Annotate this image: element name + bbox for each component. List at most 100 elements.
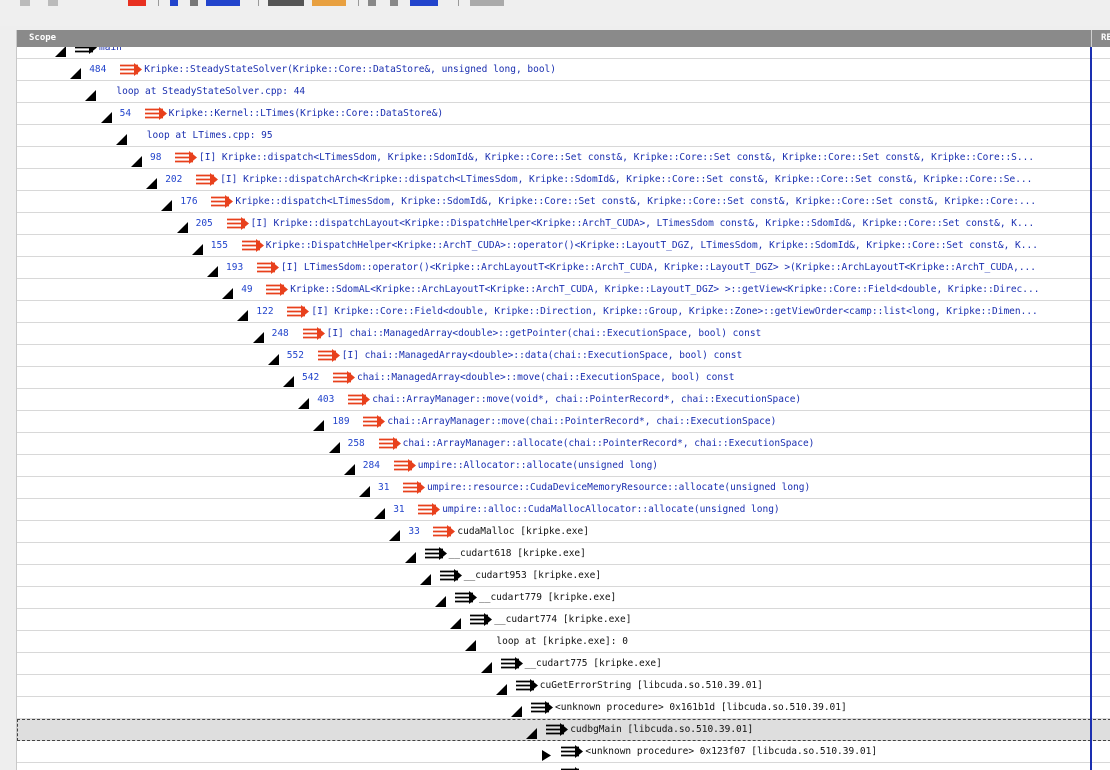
scope-name[interactable]: Kripke::SteadyStateSolver(Kripke::Core::…: [144, 64, 556, 76]
collapse-triangle-icon[interactable]: [511, 702, 522, 717]
collapse-triangle-icon[interactable]: [389, 526, 401, 541]
collapse-triangle-icon[interactable]: [298, 394, 310, 409]
toolbar-button[interactable]: [268, 0, 304, 6]
collapse-triangle-icon[interactable]: [495, 680, 507, 695]
collapse-triangle-icon[interactable]: [70, 64, 82, 79]
collapse-triangle-icon[interactable]: [115, 130, 127, 145]
call-site-line-number[interactable]: 54: [120, 108, 131, 120]
collapse-triangle-icon[interactable]: [237, 306, 249, 321]
toolbar-button[interactable]: [170, 0, 178, 6]
tree-row[interactable]: 542 chai::ManagedArray<double>::move(chai…: [17, 367, 1110, 389]
scope-name[interactable]: chai::ArrayManager::move(chai::PointerRe…: [387, 416, 776, 428]
tree-row[interactable]: 54 Kripke::Kernel::LTimes(Kripke::Core::D…: [17, 103, 1110, 125]
tree-row[interactable]: main: [17, 47, 1110, 59]
tree-row[interactable]: <unknown procedure> 0x161b1d [libcuda.so…: [17, 697, 1110, 719]
collapse-triangle-icon[interactable]: [526, 724, 538, 739]
callee-arrow-icon[interactable]: [515, 678, 539, 694]
collapse-triangle-icon[interactable]: [404, 548, 416, 563]
scope-name[interactable]: Kripke::DispatchHelper<Kripke::ArchT_CUD…: [266, 240, 1038, 252]
toolbar-button[interactable]: [48, 0, 58, 6]
scope-name[interactable]: [I] Kripke::dispatchLayout<Kripke::Dispa…: [251, 218, 1035, 230]
collapse-triangle-icon[interactable]: [191, 240, 203, 255]
call-site-line-number[interactable]: 484: [89, 64, 106, 76]
collapse-triangle-icon[interactable]: [131, 152, 142, 167]
tree-row[interactable]: loop at SteadyStateSolver.cpp: 44: [17, 81, 1110, 103]
tree-row[interactable]: 33 cudaMalloc [kripke.exe]: [17, 521, 1110, 543]
toolbar-button[interactable]: [368, 0, 376, 6]
scope-name[interactable]: umpire::Allocator::allocate(unsigned lon…: [418, 460, 658, 472]
tree-row[interactable]: 49 Kripke::SdomAL<Kripke::ArchLayoutT<Kri…: [17, 279, 1110, 301]
tree-row[interactable]: __cudart618 [kripke.exe]: [17, 543, 1110, 565]
scope-name[interactable]: [I] Kripke::dispatch<LTimesSdom, Kripke:…: [199, 152, 1034, 164]
toolbar-button[interactable]: [206, 0, 240, 6]
call-arrow-icon[interactable]: [362, 414, 386, 430]
collapse-triangle-icon[interactable]: [435, 592, 446, 607]
call-site-line-number[interactable]: 248: [272, 328, 289, 340]
call-site-line-number[interactable]: 33: [408, 526, 419, 538]
collapse-triangle-icon[interactable]: [207, 262, 218, 277]
tree-row[interactable]: 403 chai::ArrayManager::move(void*, chai:…: [17, 389, 1110, 411]
collapse-triangle-icon[interactable]: [222, 284, 234, 299]
callee-arrow-icon[interactable]: [424, 546, 448, 562]
call-arrow-icon[interactable]: [317, 348, 341, 364]
call-site-line-number[interactable]: 122: [256, 306, 273, 318]
call-site-line-number[interactable]: 31: [378, 482, 389, 494]
metric-column-header[interactable]: RE: [1101, 33, 1110, 43]
scope-name[interactable]: [I] LTimesSdom::operator()<Kripke::ArchL…: [281, 262, 1036, 274]
call-site-line-number[interactable]: 189: [332, 416, 349, 428]
toolbar-button[interactable]: [470, 0, 504, 6]
callee-arrow-icon[interactable]: [74, 47, 98, 56]
column-divider[interactable]: [1091, 30, 1092, 47]
toolbar-button[interactable]: [20, 0, 30, 6]
collapse-triangle-icon[interactable]: [450, 614, 462, 629]
call-site-line-number[interactable]: 49: [241, 284, 252, 296]
collapse-triangle-icon[interactable]: [313, 416, 325, 431]
tree-row[interactable]: 155 Kripke::DispatchHelper<Kripke::ArchT_…: [17, 235, 1110, 257]
tree-row[interactable]: 258 chai::ArrayManager::allocate(chai::Po…: [17, 433, 1110, 455]
collapse-triangle-icon[interactable]: [161, 196, 173, 211]
tree-row[interactable]: 248 [I] chai::ManagedArray<double>::getPo…: [17, 323, 1110, 345]
callee-arrow-icon[interactable]: [560, 744, 584, 760]
call-site-line-number[interactable]: 258: [348, 438, 365, 450]
tree-row[interactable]: 176 Kripke::dispatch<LTimesSdom, Kripke::…: [17, 191, 1110, 213]
collapse-triangle-icon[interactable]: [465, 636, 477, 651]
tree-row[interactable]: cuGetErrorString [libcuda.so.510.39.01]: [17, 675, 1110, 697]
scope-name[interactable]: umpire::resource::CudaDeviceMemoryResour…: [427, 482, 810, 494]
collapse-triangle-icon[interactable]: [252, 328, 264, 343]
collapse-triangle-icon[interactable]: [100, 108, 112, 123]
tree-row[interactable]: 205 [I] Kripke::dispatchLayout<Kripke::Di…: [17, 213, 1110, 235]
scope-name[interactable]: [I] chai::ManagedArray<double>::data(cha…: [342, 350, 742, 362]
call-arrow-icon[interactable]: [432, 524, 456, 540]
tree-row[interactable]: 202 [I] Kripke::dispatchArch<Kripke::disp…: [17, 169, 1110, 191]
tree-row[interactable]: [17, 763, 1110, 770]
scope-name[interactable]: main: [99, 47, 122, 54]
call-arrow-icon[interactable]: [402, 480, 426, 496]
flame-button[interactable]: [128, 0, 146, 6]
collapse-triangle-icon[interactable]: [359, 482, 370, 497]
call-arrow-icon[interactable]: [256, 260, 280, 276]
callee-arrow-icon[interactable]: [439, 568, 463, 584]
call-arrow-icon[interactable]: [302, 326, 326, 342]
scope-name[interactable]: loop at LTimes.cpp: 95: [147, 130, 273, 142]
call-arrow-icon[interactable]: [393, 458, 417, 474]
scope-name[interactable]: [I] Kripke::Core::Field<double, Kripke::…: [311, 306, 1037, 318]
call-site-line-number[interactable]: 284: [363, 460, 380, 472]
tree-row[interactable]: 552 [I] chai::ManagedArray<double>::data(…: [17, 345, 1110, 367]
callee-arrow-icon[interactable]: [545, 722, 569, 738]
scope-name[interactable]: chai::ArrayManager::move(void*, chai::Po…: [372, 394, 801, 406]
expand-triangle-icon[interactable]: [541, 746, 552, 761]
call-arrow-icon[interactable]: [195, 172, 219, 188]
call-arrow-icon[interactable]: [174, 150, 198, 166]
tree-row[interactable]: 31 umpire::alloc::CudaMallocAllocator::al…: [17, 499, 1110, 521]
scope-name[interactable]: chai::ManagedArray<double>::move(chai::E…: [357, 372, 735, 384]
collapse-triangle-icon[interactable]: [343, 460, 355, 475]
call-site-line-number[interactable]: 98: [150, 152, 161, 164]
call-arrow-icon[interactable]: [226, 216, 250, 232]
call-site-line-number[interactable]: 193: [226, 262, 243, 274]
call-arrow-icon[interactable]: [347, 392, 371, 408]
scope-name[interactable]: Kripke::Kernel::LTimes(Kripke::Core::Dat…: [169, 108, 444, 120]
call-arrow-icon[interactable]: [417, 502, 441, 518]
call-site-line-number[interactable]: 155: [211, 240, 228, 252]
call-arrow-icon[interactable]: [286, 304, 310, 320]
toolbar-button[interactable]: [390, 0, 398, 6]
